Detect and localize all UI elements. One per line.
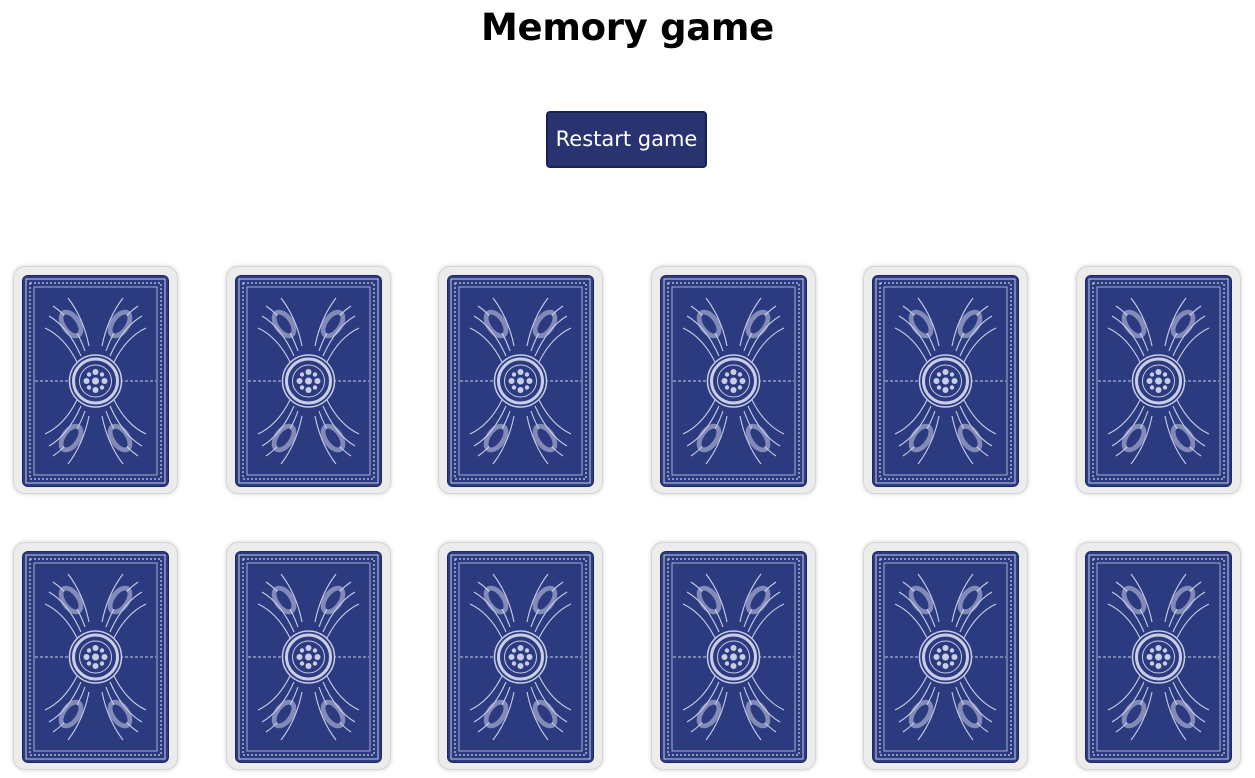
card-back — [236, 552, 381, 762]
memory-card[interactable] — [651, 542, 816, 770]
card-back — [873, 276, 1018, 486]
memory-card[interactable] — [863, 266, 1028, 494]
memory-card[interactable] — [651, 266, 816, 494]
memory-card[interactable] — [438, 266, 603, 494]
card-back — [1086, 552, 1231, 762]
card-back-pattern — [23, 276, 168, 486]
card-back — [661, 276, 806, 486]
memory-game-page: Memory game Restart game — [0, 0, 1255, 778]
memory-card[interactable] — [1076, 542, 1241, 770]
card-back-pattern — [448, 276, 593, 486]
card-back-pattern — [1086, 276, 1231, 486]
card-back — [236, 276, 381, 486]
card-back-pattern — [236, 552, 381, 762]
card-back — [448, 552, 593, 762]
card-back-pattern — [661, 276, 806, 486]
card-back-pattern — [448, 552, 593, 762]
card-back — [1086, 276, 1231, 486]
card-grid — [0, 0, 1255, 778]
memory-card[interactable] — [863, 542, 1028, 770]
card-back-pattern — [23, 552, 168, 762]
card-back — [448, 276, 593, 486]
memory-card[interactable] — [13, 266, 178, 494]
card-back — [661, 552, 806, 762]
memory-card[interactable] — [438, 542, 603, 770]
memory-card[interactable] — [226, 266, 391, 494]
memory-card[interactable] — [226, 542, 391, 770]
card-back-pattern — [1086, 552, 1231, 762]
card-back-pattern — [873, 276, 1018, 486]
card-back-pattern — [873, 552, 1018, 762]
card-back — [873, 552, 1018, 762]
card-back-pattern — [236, 276, 381, 486]
card-back — [23, 552, 168, 762]
card-back — [23, 276, 168, 486]
memory-card[interactable] — [13, 542, 178, 770]
memory-card[interactable] — [1076, 266, 1241, 494]
card-back-pattern — [661, 552, 806, 762]
